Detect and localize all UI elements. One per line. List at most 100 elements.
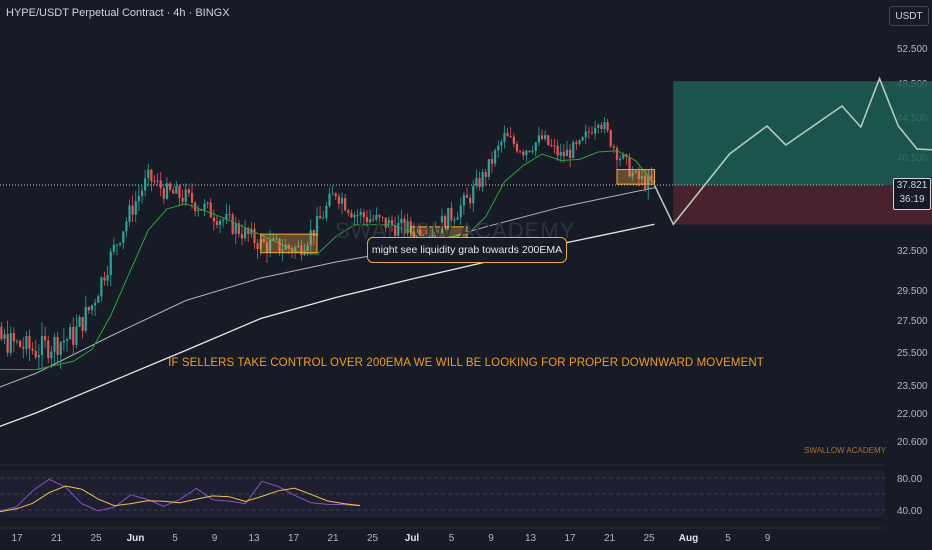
x-tick-label: Jun	[127, 533, 145, 544]
candle-body	[97, 296, 100, 303]
candle-body	[9, 333, 12, 353]
candle-body	[522, 151, 525, 156]
x-tick-label: 5	[725, 533, 731, 544]
candle-body	[240, 234, 244, 239]
x-tick-label: 13	[525, 533, 537, 544]
candle-body	[100, 277, 103, 297]
candle-body	[212, 217, 215, 222]
candle-body	[465, 195, 469, 198]
chart-title: HYPE/USDT Perpetual Contract · 4h · BING…	[6, 7, 230, 19]
candle-body	[103, 277, 106, 281]
candle-body	[31, 348, 34, 351]
candle-body	[65, 339, 69, 341]
candle-body	[544, 135, 547, 139]
candle-body	[53, 337, 56, 352]
candle-body	[353, 215, 356, 218]
candle-body	[59, 342, 62, 355]
candle-body	[106, 274, 109, 281]
candle-body	[197, 209, 200, 212]
candle-body	[153, 181, 156, 183]
candle-body	[315, 215, 319, 236]
candle-body	[553, 145, 556, 147]
candle-body	[0, 326, 3, 339]
candle-body	[506, 132, 509, 137]
candle-body	[319, 215, 322, 219]
candle-body	[131, 205, 134, 215]
candle-body	[612, 146, 615, 148]
x-tick-label: 13	[248, 533, 260, 544]
candle-body	[128, 205, 131, 222]
y-tick-label: 23.500	[897, 381, 928, 392]
candle-body	[115, 244, 119, 246]
candle-body	[344, 198, 347, 211]
candle-body	[203, 203, 206, 210]
candle-body	[478, 177, 481, 188]
candle-body	[25, 335, 28, 349]
candle-body	[6, 334, 9, 353]
candle-body	[565, 149, 569, 157]
candle-body	[90, 305, 94, 311]
candle-body	[619, 158, 622, 161]
candle-body	[537, 135, 540, 143]
candle-body	[190, 192, 194, 203]
candle-body	[584, 131, 587, 138]
candle-body	[515, 143, 519, 152]
candle-body	[12, 333, 15, 342]
candle-body	[231, 214, 234, 234]
candle-body	[469, 197, 472, 204]
candle-body	[590, 132, 594, 134]
y-tick-label: 27.500	[897, 316, 928, 327]
candle-body	[575, 142, 578, 144]
candle-body	[184, 189, 187, 202]
candle-body	[500, 141, 503, 146]
candle-body	[162, 188, 165, 199]
candle-body	[234, 223, 237, 234]
candle-body	[609, 130, 612, 147]
rsi-tick-label: 80.00	[897, 474, 922, 485]
price-chart[interactable]: 52.50048.50044.50040.50032.50029.50027.5…	[0, 0, 932, 550]
candle-body	[22, 347, 25, 349]
candle-body	[534, 142, 537, 151]
candle-body	[75, 326, 78, 345]
x-tick-label: 21	[604, 533, 616, 544]
candle-body	[328, 193, 331, 206]
candle-body	[44, 336, 47, 341]
rsi-tick-label: 40.00	[897, 506, 922, 517]
candle-body	[3, 334, 6, 339]
candle-body	[19, 340, 22, 348]
candle-body	[119, 242, 122, 245]
candle-body	[134, 201, 137, 215]
candle-body	[122, 231, 125, 243]
candle-body	[572, 142, 575, 159]
watermark-small: SWALLOW ACADEMY	[804, 446, 886, 455]
candle-body	[519, 151, 522, 153]
candle-body	[112, 244, 115, 252]
candle-body	[556, 145, 559, 156]
candle-body	[209, 202, 212, 218]
x-tick-label: 25	[90, 533, 102, 544]
candle-body	[125, 221, 128, 232]
candle-body	[222, 219, 225, 221]
highlight-zone	[616, 169, 655, 185]
candle-body	[509, 136, 512, 138]
candle-body	[147, 169, 150, 179]
candle-body	[347, 210, 350, 213]
candle-body	[597, 124, 600, 128]
candle-body	[578, 140, 581, 144]
candle-body	[462, 195, 465, 206]
candle-body	[84, 307, 87, 331]
candle-body	[350, 212, 353, 218]
candle-body	[40, 336, 44, 356]
candle-body	[56, 337, 59, 355]
last-price-value: 37.821	[896, 180, 928, 191]
currency-unit-button[interactable]: USDT	[889, 6, 929, 26]
candle-body	[550, 144, 553, 146]
candle-body	[87, 307, 90, 311]
x-tick-label: 5	[172, 533, 178, 544]
candle-body	[228, 213, 231, 215]
candle-body	[594, 127, 597, 134]
candle-body	[47, 340, 50, 358]
x-tick-label: 9	[765, 533, 771, 544]
candle-body	[587, 131, 590, 133]
y-tick-label: 20.600	[897, 437, 928, 448]
